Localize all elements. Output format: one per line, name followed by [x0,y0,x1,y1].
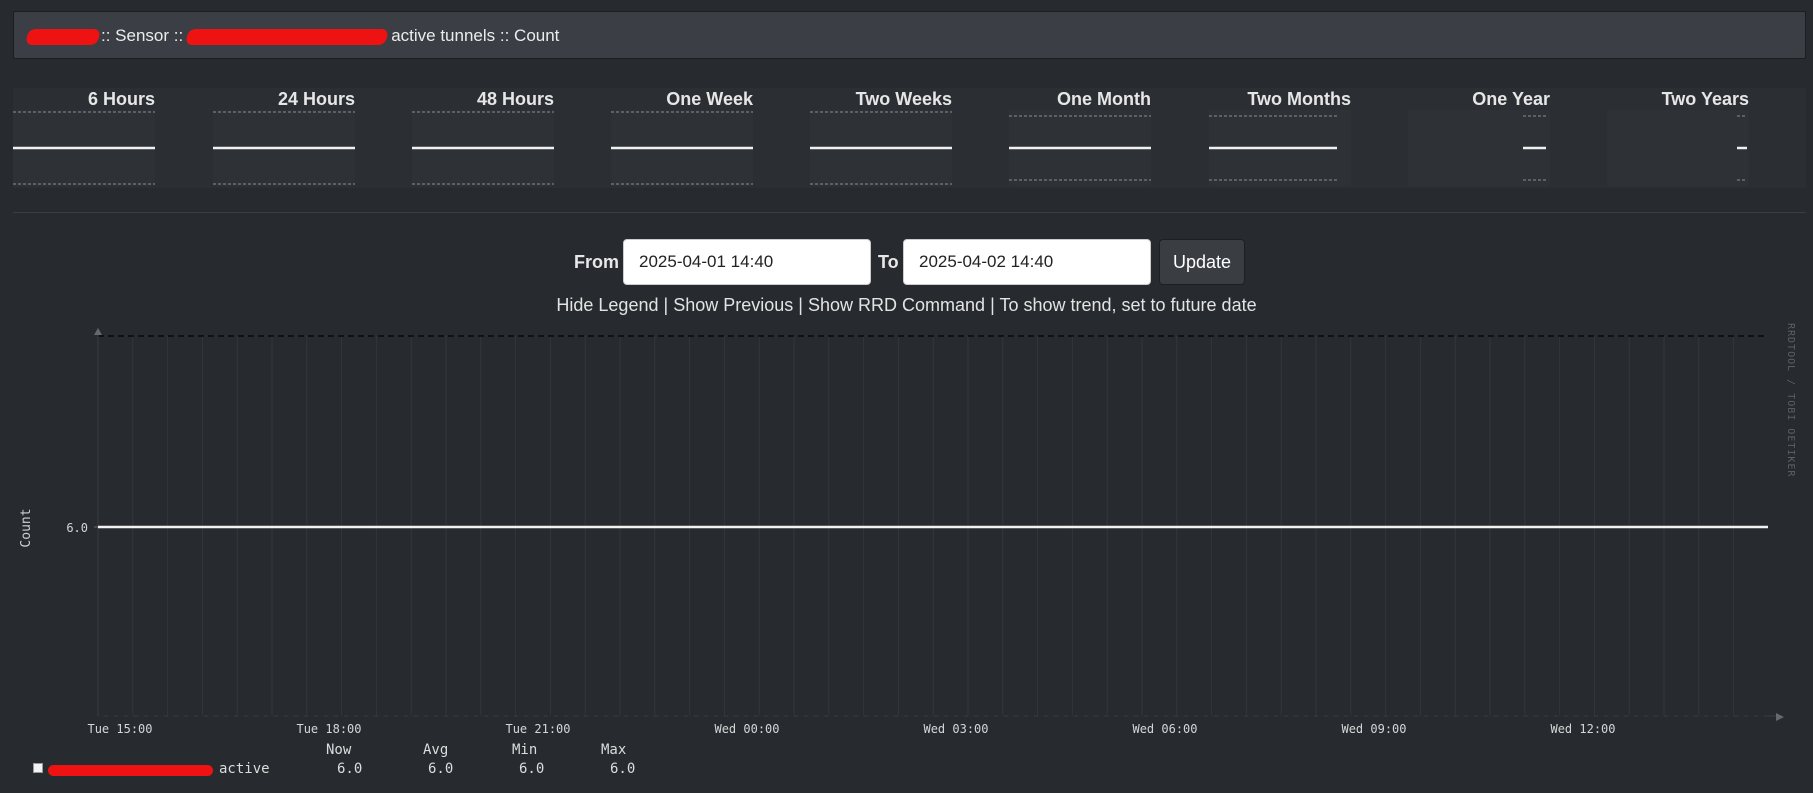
from-label: From [574,252,619,272]
redaction-mark [25,28,101,45]
to-label: To [878,252,899,272]
thumbnail-one-week[interactable]: One Week [611,88,753,188]
thumbnail-sparkline [412,110,554,186]
hide-legend-link[interactable]: Hide Legend [556,295,658,315]
thumbnail-sparkline [213,110,355,186]
thumbnail-label: 48 Hours [476,89,554,109]
section-divider [13,212,1806,213]
thumbnail-sparkline [1209,110,1351,186]
thumbnail-label: Two Years [1661,89,1749,109]
thumbnail-label: One Year [1472,89,1550,109]
thumbnail-one-year[interactable]: One Year [1408,88,1550,188]
thumbnail-label: 24 Hours [277,89,355,109]
thumbnail-bg [1607,110,1749,186]
update-button[interactable]: Update [1159,239,1245,285]
x-tick-label: Tue 15:00 [87,722,152,736]
x-tick-label: Wed 00:00 [714,722,779,736]
thumbnail-sparkline [1009,110,1151,186]
title-sensor-segment: :: Sensor :: [101,26,184,45]
main-graph: Count Tue 15:00 Tue 18:00 Tue 21:00 Wed 00:… [19,328,1784,736]
graph-axes: Tue 15:00 Tue 18:00 Tue 21:00 Wed 00:00 Wed … [66,328,1784,736]
thumbnail-48-hours[interactable]: 48 Hours [412,88,554,188]
thumbnail-two-months[interactable]: Two Months [1209,88,1351,188]
legend-header-min: Min [512,742,538,758]
legend-value-now: 6.0 [337,761,363,777]
y-tick-label: 6.0 [66,521,88,535]
to-date-input[interactable] [903,239,1151,285]
thumbnail-one-month[interactable]: One Month [1009,88,1151,188]
thumbnail-sparkline [13,110,155,186]
legend-value-avg: 6.0 [428,761,454,777]
thumbnail-24-hours[interactable]: 24 Hours [213,88,355,188]
thumbnail-label: Two Months [1247,89,1351,109]
graph-options-links: Hide Legend | Show Previous | Show RRD C… [0,295,1813,316]
thumbnail-sparkline [1607,110,1749,186]
x-tick-label: Wed 09:00 [1341,722,1406,736]
thumbnail-sparkline [611,110,753,186]
redaction-mark [48,765,213,776]
period-thumbnail-strip: 6 Hours 24 Hours 48 Hours One Week Two Weeks… [13,88,1806,188]
y-axis-label: Count [19,508,34,547]
thumbnail-label: One Month [1057,89,1151,109]
legend-header-now: Now [326,742,352,758]
link-separator: | [798,295,803,315]
x-tick-label: Wed 06:00 [1132,722,1197,736]
thumbnail-6-hours[interactable]: 6 Hours [13,88,155,188]
thumbnail-label: 6 Hours [87,89,155,109]
legend-value-max: 6.0 [610,761,636,777]
x-tick-label: Wed 03:00 [923,722,988,736]
y-axis-arrow [94,328,102,335]
title-metric-segment: active tunnels :: Count [391,26,560,45]
link-separator: | [663,295,669,315]
legend-value-min: 6.0 [519,761,545,777]
show-previous-link[interactable]: Show Previous [673,295,793,315]
thumbnail-sparkline [810,110,952,186]
thumbnail-two-years[interactable]: Two Years [1607,88,1749,188]
thumbnail-label: One Week [666,89,753,109]
legend-series-checkbox[interactable] [33,763,43,773]
thumbnail-two-weeks[interactable]: Two Weeks [810,88,952,188]
date-range-form: From To Update [0,238,1813,288]
page-title: :: Sensor :: active tunnels :: Count [25,26,560,46]
show-rrd-command-link[interactable]: Show RRD Command [808,295,985,315]
x-tick-label: Tue 21:00 [505,722,570,736]
graph-legend: Now Avg Min Max active 6.0 6.0 6.0 6.0 [0,742,700,792]
redaction-mark [185,28,389,45]
thumbnail-sparkline [1408,110,1550,186]
legend-series-name: active [219,761,270,777]
x-tick-label: Wed 12:00 [1550,722,1615,736]
rrdtool-watermark: RRDTOOL / TOBI OETIKER [1785,323,1796,478]
legend-header-avg: Avg [423,742,449,758]
from-date-input[interactable] [623,239,871,285]
link-separator: | [990,295,995,315]
x-axis-arrow [1776,713,1784,721]
graph-title-bar: :: Sensor :: active tunnels :: Count [13,11,1806,59]
trend-hint-text: To show trend, set to future date [999,295,1257,315]
x-tick-label: Tue 18:00 [296,722,361,736]
thumbnail-label: Two Weeks [855,89,952,109]
legend-header-max: Max [601,742,627,758]
